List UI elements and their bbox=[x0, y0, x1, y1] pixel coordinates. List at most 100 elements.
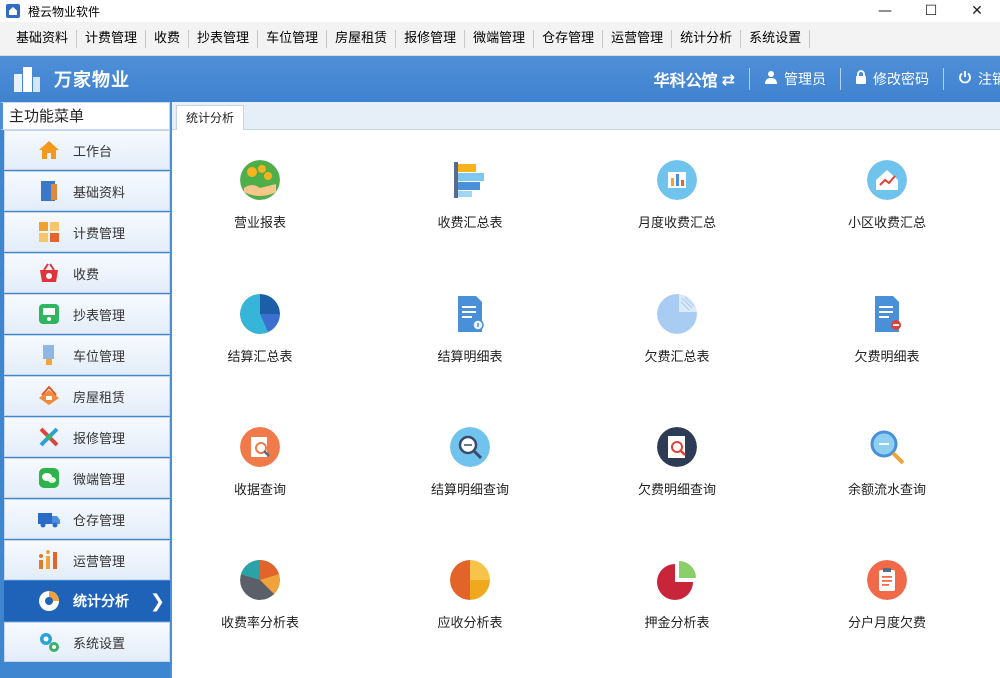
menu-bar: 基础资料 计费管理 收费 抄表管理 车位管理 房屋租赁 报修管理 微端管理 仓存… bbox=[0, 22, 1000, 56]
switch-icon: ⇄ bbox=[721, 69, 735, 89]
tile-deposit-analysis[interactable]: 押金分析表 bbox=[602, 560, 752, 631]
receipt-search-icon bbox=[240, 427, 280, 467]
sidebar-item-warehouse[interactable]: 仓存管理 bbox=[4, 499, 170, 539]
parking-icon bbox=[37, 343, 61, 367]
tile-community-fee[interactable]: 小区收费汇总 bbox=[812, 160, 962, 231]
home-icon bbox=[37, 138, 61, 162]
sidebar-title: 主功能菜单 bbox=[0, 102, 170, 130]
complex-switcher[interactable]: 华科公馆 ⇄ bbox=[654, 67, 735, 91]
close-button[interactable]: ✕ bbox=[954, 0, 1000, 22]
tile-arrears-summary[interactable]: 欠费汇总表 bbox=[602, 294, 752, 365]
sidebar-item-label: 系统设置 bbox=[73, 636, 126, 652]
house-rent-icon bbox=[37, 384, 61, 408]
arrears-detail-icon bbox=[867, 294, 907, 334]
tile-label: 押金分析表 bbox=[644, 616, 710, 631]
sidebar-item-label: 计费管理 bbox=[73, 226, 126, 242]
tile-label: 余额流水查询 bbox=[847, 483, 926, 498]
tile-label: 结算明细查询 bbox=[430, 483, 509, 498]
gear-icon bbox=[37, 630, 61, 654]
sidebar-item-settings[interactable]: 系统设置 bbox=[4, 622, 170, 662]
header-divider bbox=[943, 68, 944, 90]
minimize-button[interactable]: — bbox=[862, 0, 908, 22]
sidebar-item-operations[interactable]: 运营管理 bbox=[4, 540, 170, 580]
admin-link[interactable]: 管理员 bbox=[764, 69, 826, 89]
app-logo-icon bbox=[6, 4, 20, 18]
user-icon bbox=[764, 70, 778, 88]
tile-label: 收据查询 bbox=[233, 483, 286, 498]
sidebar-item-repair[interactable]: 报修管理 bbox=[4, 417, 170, 457]
lock-icon bbox=[855, 70, 867, 88]
menu-charge[interactable]: 收费 bbox=[146, 29, 190, 48]
sidebar-item-label: 仓存管理 bbox=[73, 513, 126, 529]
header-actions: 华科公馆 ⇄ 管理员 修改密码 注销 bbox=[654, 56, 1000, 102]
tile-settlement-summary[interactable]: 结算汇总表 bbox=[185, 294, 335, 365]
tile-settlement-search[interactable]: 结算明细查询 bbox=[395, 427, 545, 498]
tab-statistics[interactable]: 统计分析 bbox=[176, 105, 245, 131]
tile-label: 营业报表 bbox=[233, 216, 286, 231]
rate-analysis-icon bbox=[240, 560, 280, 600]
menu-billing[interactable]: 计费管理 bbox=[77, 29, 147, 48]
maximize-button[interactable]: ☐ bbox=[908, 0, 954, 22]
tile-monthly-fee[interactable]: 月度收费汇总 bbox=[602, 160, 752, 231]
menu-parking[interactable]: 车位管理 bbox=[258, 29, 328, 48]
menu-basic-data[interactable]: 基础资料 bbox=[8, 29, 78, 48]
header-divider bbox=[840, 68, 841, 90]
calculator-icon bbox=[37, 220, 61, 244]
logout-link[interactable]: 注销 bbox=[958, 69, 1000, 89]
menu-meter[interactable]: 抄表管理 bbox=[189, 29, 259, 48]
sidebar-item-statistics[interactable]: 统计分析 ❯ bbox=[4, 581, 170, 621]
menu-repair[interactable]: 报修管理 bbox=[396, 29, 466, 48]
sidebar-item-label: 收费 bbox=[73, 267, 100, 283]
window-title: 橙云物业软件 bbox=[28, 4, 101, 19]
monthly-fee-icon bbox=[657, 160, 697, 200]
tile-arrears-detail[interactable]: 欠费明细表 bbox=[812, 294, 962, 365]
balance-search-icon bbox=[867, 427, 907, 467]
sidebar-item-charge[interactable]: 收费 bbox=[4, 253, 170, 293]
change-password-label: 修改密码 bbox=[873, 72, 929, 88]
sidebar-item-rental[interactable]: 房屋租赁 bbox=[4, 376, 170, 416]
menu-operations[interactable]: 运营管理 bbox=[603, 29, 673, 48]
receivable-analysis-icon bbox=[450, 560, 490, 600]
tile-household-arrears[interactable]: 分户月度欠费 bbox=[812, 560, 962, 631]
sidebar-item-billing[interactable]: 计费管理 bbox=[4, 212, 170, 252]
truck-icon bbox=[37, 507, 61, 531]
header-divider bbox=[749, 68, 750, 90]
tile-label: 应收分析表 bbox=[437, 616, 503, 631]
tile-fee-summary[interactable]: 收费汇总表 bbox=[395, 160, 545, 231]
tile-balance-search[interactable]: 余额流水查询 bbox=[812, 427, 962, 498]
chevron-right-icon: ❯ bbox=[149, 591, 165, 612]
menu-settings[interactable]: 系统设置 bbox=[741, 29, 811, 48]
community-fee-icon bbox=[867, 160, 907, 200]
tile-receivable-analysis[interactable]: 应收分析表 bbox=[395, 560, 545, 631]
tile-label: 小区收费汇总 bbox=[847, 216, 926, 231]
arrears-summary-icon bbox=[657, 294, 697, 334]
menu-micro[interactable]: 微端管理 bbox=[465, 29, 535, 48]
change-password-link[interactable]: 修改密码 bbox=[855, 69, 929, 89]
menu-statistics[interactable]: 统计分析 bbox=[672, 29, 742, 48]
wechat-icon bbox=[37, 466, 61, 490]
basket-icon bbox=[37, 261, 61, 285]
tile-label: 欠费明细表 bbox=[854, 350, 920, 365]
sidebar-item-meter[interactable]: 抄表管理 bbox=[4, 294, 170, 334]
sidebar-item-workbench[interactable]: 工作台 bbox=[4, 130, 170, 170]
sidebar-item-label: 报修管理 bbox=[73, 431, 126, 447]
app-header: 万家物业 华科公馆 ⇄ 管理员 修改密码 注销 bbox=[0, 56, 1000, 102]
tools-icon bbox=[37, 425, 61, 449]
tile-label: 结算明细表 bbox=[437, 350, 503, 365]
sidebar-item-basic-data[interactable]: 基础资料 bbox=[4, 171, 170, 211]
sidebar-item-micro[interactable]: 微端管理 bbox=[4, 458, 170, 498]
tile-arrears-search[interactable]: 欠费明细查询 bbox=[602, 427, 752, 498]
menu-warehouse[interactable]: 仓存管理 bbox=[534, 29, 604, 48]
business-report-icon bbox=[240, 160, 280, 200]
sidebar-item-label: 车位管理 bbox=[73, 349, 126, 365]
sidebar-item-label: 抄表管理 bbox=[73, 308, 126, 324]
sidebar-item-parking[interactable]: 车位管理 bbox=[4, 335, 170, 375]
logout-label: 注销 bbox=[978, 72, 1000, 88]
buildings-logo-icon bbox=[12, 64, 42, 94]
tile-receipt-search[interactable]: 收据查询 bbox=[185, 427, 335, 498]
tile-rate-analysis[interactable]: 收费率分析表 bbox=[185, 560, 335, 631]
fee-summary-icon bbox=[450, 160, 490, 200]
menu-rental[interactable]: 房屋租赁 bbox=[327, 29, 397, 48]
tile-business-report[interactable]: 营业报表 bbox=[185, 160, 335, 231]
tile-settlement-detail[interactable]: 结算明细表 bbox=[395, 294, 545, 365]
